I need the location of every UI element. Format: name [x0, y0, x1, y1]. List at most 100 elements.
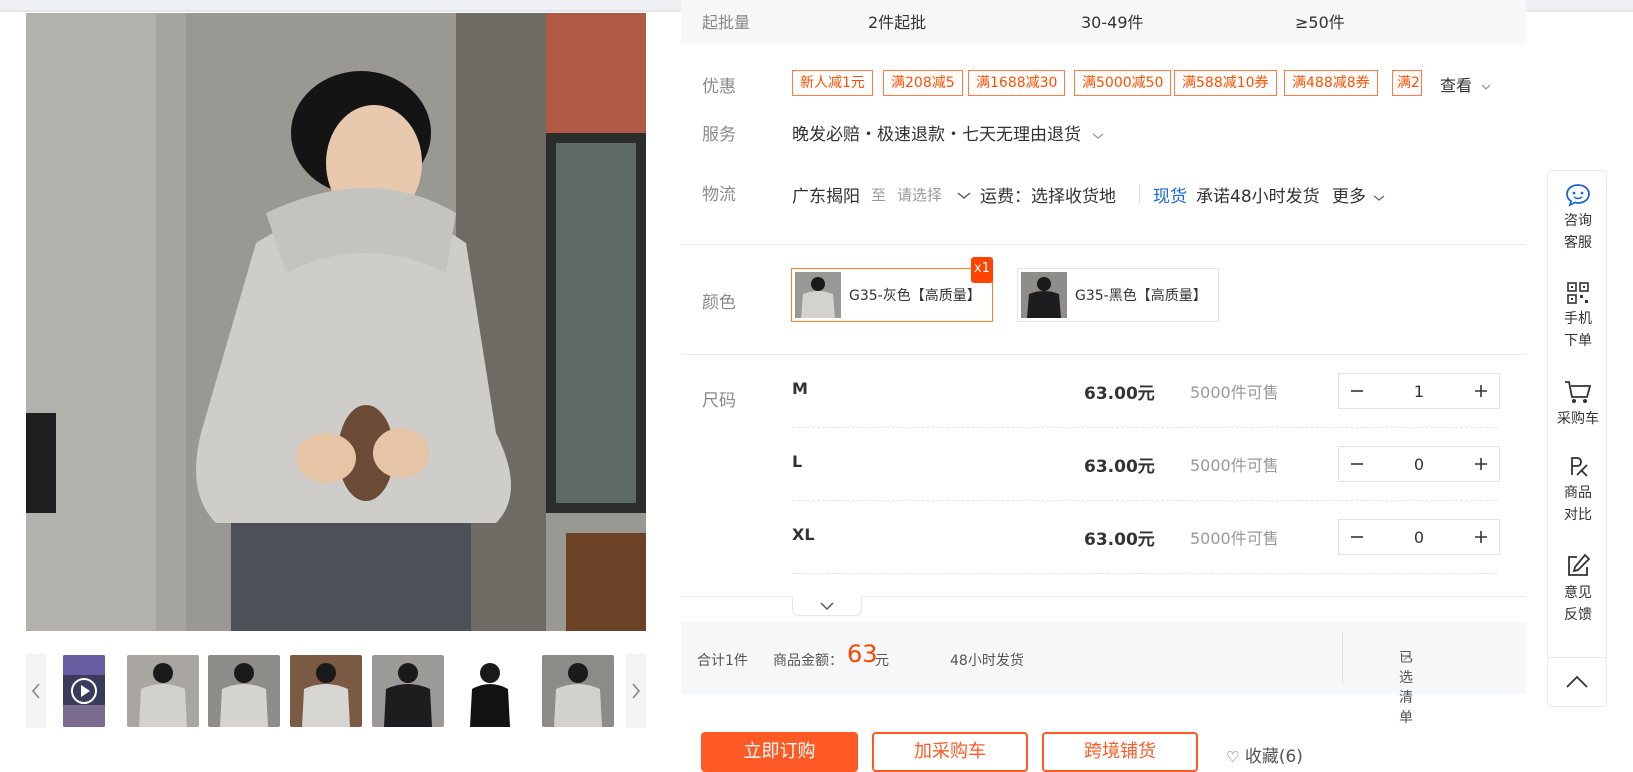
- size-label: 尺码: [702, 391, 736, 411]
- logistics-to: 至: [871, 186, 887, 204]
- color-option-name: G35-黑色【高质量】: [1075, 288, 1207, 304]
- coupon-tag[interactable]: 满588减10券: [1174, 70, 1277, 96]
- side-label: 意见: [1564, 585, 1592, 601]
- coupon-tag[interactable]: 满5000减50: [1074, 70, 1172, 96]
- selected-list-label: 已选清单: [1399, 650, 1413, 726]
- edit-icon: [1568, 553, 1591, 576]
- selected-count-badge: x1: [971, 257, 993, 283]
- favorite-button[interactable]: ♡ 收藏(6): [1226, 742, 1303, 767]
- buy-now-button[interactable]: 立即订购: [701, 732, 858, 772]
- thumbnail-strip: [26, 654, 646, 730]
- service-label: 服务: [702, 125, 736, 145]
- quantity-value[interactable]: 1: [1375, 382, 1463, 401]
- size-name: M: [792, 379, 808, 398]
- quantity-value[interactable]: 0: [1375, 455, 1463, 474]
- decrement-button[interactable]: [1339, 447, 1375, 481]
- thumb-4[interactable]: [372, 655, 444, 727]
- size-row-l: L 63.00元 5000件可售 0: [792, 428, 1500, 501]
- heart-icon: ♡: [1226, 748, 1240, 766]
- see-more-coupons[interactable]: 查看: [1440, 72, 1491, 96]
- quantity-value[interactable]: 0: [1375, 528, 1463, 547]
- price-tier-2: 30-49件: [1081, 13, 1144, 32]
- logistics-label: 物流: [702, 185, 736, 205]
- thumb-prev-arrow[interactable]: [26, 654, 46, 728]
- price-tier-3: ≥50件: [1295, 13, 1345, 32]
- color-option-black[interactable]: G35-黑色【高质量】: [1017, 268, 1219, 322]
- size-name: L: [792, 452, 803, 471]
- shipping-fee: 运费：选择收货地: [980, 187, 1116, 207]
- chevron-down-icon: [1093, 133, 1104, 139]
- back-to-top-button[interactable]: [1547, 657, 1607, 707]
- destination-select[interactable]: 请选择: [897, 184, 971, 205]
- minus-icon: [1351, 536, 1363, 538]
- expand-sizes-toggle[interactable]: [792, 596, 862, 616]
- thumb-6[interactable]: [542, 655, 614, 727]
- video-thumb-image: [63, 655, 105, 727]
- shipping-promise: 承诺48小时发货: [1196, 187, 1320, 207]
- logistics-more-label: 更多: [1332, 187, 1366, 207]
- add-to-cart-button[interactable]: 加采购车: [872, 732, 1028, 772]
- price-tier-1: 2件起批: [868, 13, 927, 32]
- minus-icon: [1351, 463, 1363, 465]
- quantity-stepper: 1: [1338, 373, 1500, 409]
- side-label: 手机: [1564, 311, 1592, 327]
- coupon-tag-truncated[interactable]: 满2: [1392, 70, 1422, 96]
- increment-button[interactable]: [1463, 520, 1499, 554]
- quantity-stepper: 0: [1338, 446, 1500, 482]
- main-product-image[interactable]: [26, 13, 646, 631]
- chevron-left-icon: [31, 683, 40, 699]
- service-text: 晚发必赔・极速退款・七天无理由退货: [792, 125, 1081, 145]
- thumb-5[interactable]: [454, 655, 526, 727]
- feedback-button[interactable]: 意见 反馈: [1548, 553, 1608, 626]
- side-label: 采购车: [1557, 411, 1599, 427]
- color-label: 颜色: [702, 293, 736, 313]
- dropship-button[interactable]: 跨境铺货: [1042, 732, 1198, 772]
- thumb-1[interactable]: [127, 655, 199, 727]
- size-price: 63.00元: [1084, 384, 1155, 404]
- increment-button[interactable]: [1463, 447, 1499, 481]
- mobile-order-button[interactable]: 手机 下单: [1548, 281, 1608, 352]
- plus-icon: [1475, 458, 1487, 470]
- decrement-button[interactable]: [1339, 374, 1375, 408]
- thumb-next-arrow[interactable]: [626, 654, 646, 728]
- thumb-3[interactable]: [290, 655, 362, 727]
- chevron-right-icon: [632, 683, 641, 699]
- minus-icon: [1351, 390, 1363, 392]
- plus-icon: [1475, 385, 1487, 397]
- coupon-tag[interactable]: 满1688减30: [968, 70, 1066, 96]
- thumb-2[interactable]: [208, 655, 280, 727]
- logistics-origin: 广东揭阳: [792, 187, 860, 207]
- price-tier-row: 起批量 2件起批 30-49件 ≥50件: [681, 0, 1526, 44]
- side-label: 下单: [1564, 333, 1592, 349]
- size-stock: 5000件可售: [1190, 529, 1279, 548]
- decrement-button[interactable]: [1339, 520, 1375, 554]
- size-row-m: M 63.00元 5000件可售 1: [792, 355, 1500, 428]
- size-price: 63.00元: [1084, 530, 1155, 550]
- logistics-more[interactable]: 更多: [1332, 182, 1385, 207]
- plus-icon: [1475, 531, 1487, 543]
- amount-value: 63: [847, 640, 878, 668]
- selected-list-toggle[interactable]: 已选清单: [1399, 647, 1413, 726]
- side-label: 反馈: [1564, 607, 1592, 623]
- customer-service-button[interactable]: 咨询 客服: [1548, 183, 1608, 254]
- side-label: 商品: [1564, 485, 1592, 501]
- color-thumb-black: [1021, 272, 1067, 318]
- qr-code-icon: [1567, 282, 1589, 304]
- purchase-cart-button[interactable]: 采购车: [1548, 379, 1608, 430]
- color-option-gray[interactable]: G35-灰色【高质量】 x1: [791, 257, 993, 322]
- coupon-tag[interactable]: 满488减8券: [1284, 70, 1378, 96]
- total-count: 合计1件: [697, 653, 748, 669]
- coupon-tag[interactable]: 新人减1元: [792, 70, 873, 96]
- service-guarantees[interactable]: 晚发必赔・极速退款・七天无理由退货: [792, 120, 1104, 145]
- increment-button[interactable]: [1463, 374, 1499, 408]
- summary-divider: [1342, 632, 1343, 684]
- side-label: 咨询: [1564, 213, 1592, 229]
- color-thumb-gray: [795, 272, 841, 318]
- chevron-down-icon: [820, 602, 834, 610]
- product-compare-button[interactable]: 商品 对比: [1548, 455, 1608, 526]
- thumb-video[interactable]: [63, 655, 105, 727]
- see-more-label: 查看: [1440, 76, 1473, 95]
- coupon-label: 优惠: [702, 77, 736, 97]
- coupon-tag[interactable]: 满208减5: [883, 70, 963, 96]
- section-divider: [681, 244, 1526, 245]
